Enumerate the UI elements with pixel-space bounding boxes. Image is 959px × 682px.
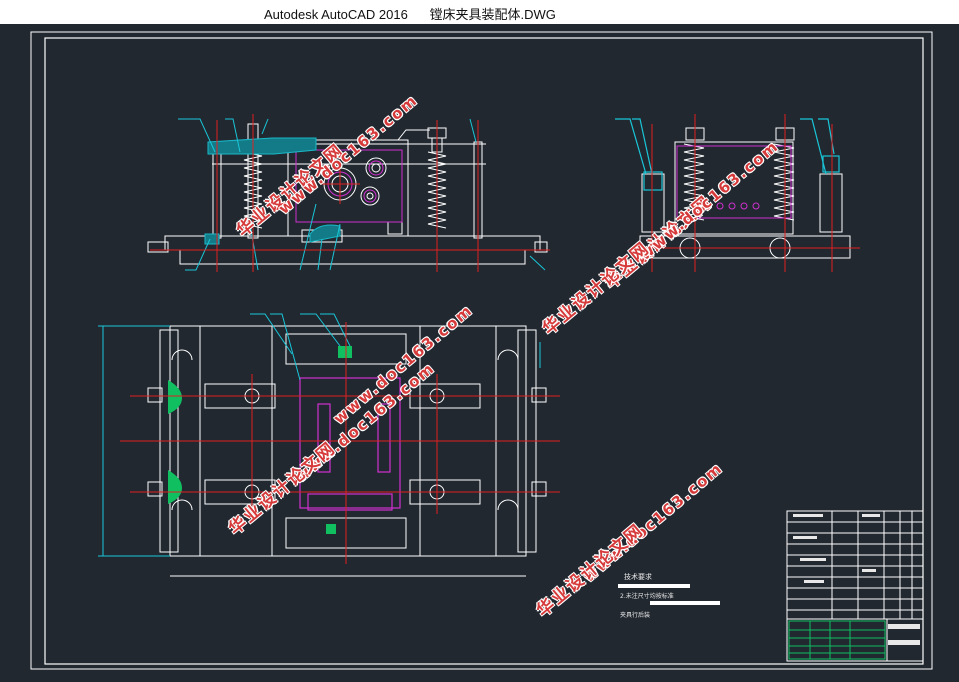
title-block-fill (793, 514, 920, 645)
drawing-canvas[interactable]: 技术要求 2.未注尺寸均按标准 夹具行后装 华业设计论文网 www.doc163… (0, 24, 959, 682)
note-bar-1 (618, 584, 690, 588)
notes-heading: 技术要求 (624, 573, 652, 581)
outer-border (30, 31, 933, 670)
notes-line-3: 夹具行后装 (620, 612, 651, 619)
cad-drawing (30, 31, 933, 670)
title-block-green (788, 620, 886, 660)
note-bar-2 (650, 601, 720, 605)
window-title: Autodesk AutoCAD 2016 镗床夹具装配体.DWG (264, 7, 556, 22)
plan-view-dimensions (98, 313, 541, 557)
title-bar: Autodesk AutoCAD 2016 镗床夹具装配体.DWG (0, 0, 959, 24)
front-view-centerlines (150, 114, 550, 272)
notes-line-2: 2.未注尺寸均按标准 (620, 593, 674, 600)
